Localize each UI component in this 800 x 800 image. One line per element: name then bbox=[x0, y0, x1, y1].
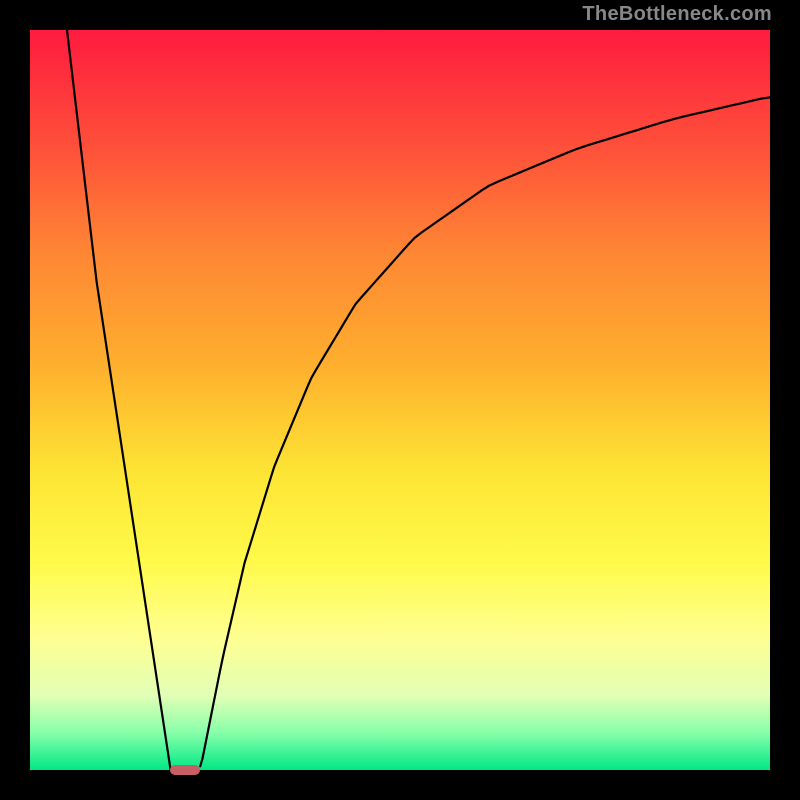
watermark-label: TheBottleneck.com bbox=[582, 3, 772, 26]
chart-frame: TheBottleneck.com bbox=[0, 0, 800, 800]
plot-area bbox=[30, 30, 770, 770]
curve-left bbox=[67, 30, 171, 770]
curve-svg bbox=[30, 30, 770, 770]
optimum-marker bbox=[170, 765, 200, 775]
curve-right bbox=[200, 97, 770, 766]
